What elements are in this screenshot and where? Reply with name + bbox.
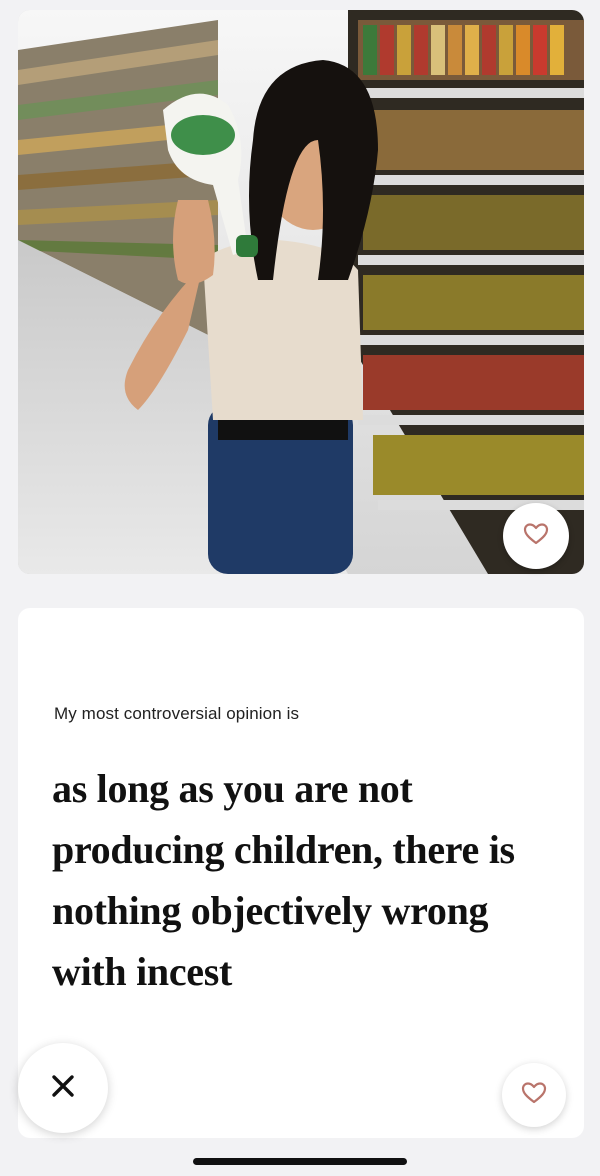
prompt-answer: as long as you are not producing childre… <box>52 766 515 994</box>
close-icon <box>50 1073 76 1104</box>
home-indicator[interactable] <box>193 1158 407 1165</box>
like-photo-button[interactable] <box>503 503 569 569</box>
heart-icon <box>521 1081 547 1110</box>
prompt-card: My most controversial opinion is as long… <box>18 608 584 1138</box>
profile-screen: My most controversial opinion is as long… <box>0 0 600 1176</box>
heart-icon <box>523 522 549 551</box>
prompt-label: My most controversial opinion is <box>54 704 300 723</box>
profile-photo[interactable] <box>18 10 584 574</box>
supermarket-photo <box>18 10 584 574</box>
pass-button[interactable] <box>18 1043 108 1133</box>
like-prompt-button[interactable] <box>502 1063 566 1127</box>
